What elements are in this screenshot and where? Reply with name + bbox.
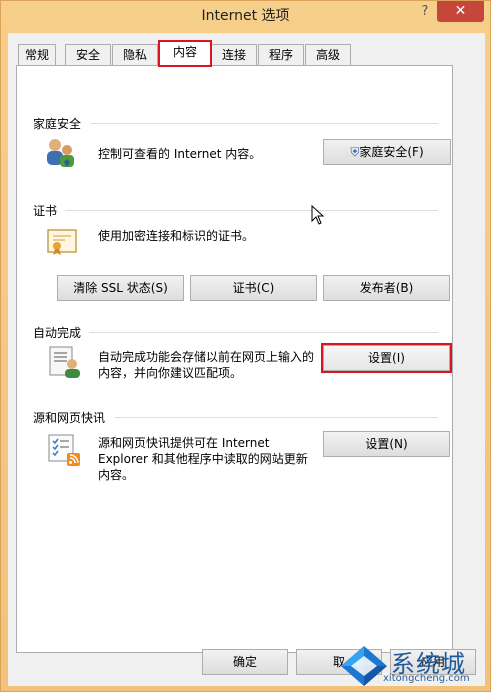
family-safety-button-label: 家庭安全(F) xyxy=(359,145,424,159)
autocomplete-desc-line1: 自动完成功能会存储以前在网页上输入的 xyxy=(98,350,315,364)
family-safety-heading: 家庭安全 xyxy=(33,117,82,131)
publishers-button[interactable]: 发布者(B) xyxy=(323,275,450,301)
certificate-icon xyxy=(45,224,81,260)
autocomplete-description: 自动完成功能会存储以前在网页上输入的 内容，并向你建议匹配项。 xyxy=(98,349,314,381)
family-safety-divider xyxy=(91,123,438,124)
feeds-divider xyxy=(115,417,438,418)
tab-security[interactable]: 安全 xyxy=(65,44,111,65)
autocomplete-desc-line2: 内容，并向你建议匹配项。 xyxy=(98,366,243,380)
family-safety-button[interactable]: ⛨家庭安全(F) xyxy=(323,139,451,165)
feeds-desc-line3: 内容。 xyxy=(98,468,135,482)
close-button[interactable]: ✕ xyxy=(437,1,484,22)
tab-general[interactable]: 常规 xyxy=(18,44,56,65)
certificates-heading: 证书 xyxy=(33,204,58,218)
watermark-url: xitongcheng.com xyxy=(383,673,470,684)
internet-options-window: Internet 选项 ? ✕ 常规 安全 隐私 内容 连接 程序 高级 家庭安… xyxy=(0,0,491,692)
feeds-description: 源和网页快讯提供可在 Internet Explorer 和其他程序中读取的网站… xyxy=(98,435,308,483)
autocomplete-heading: 自动完成 xyxy=(33,326,82,340)
feeds-heading: 源和网页快讯 xyxy=(33,411,106,425)
content-tab-panel: 家庭安全 控制可查看的 Internet 内容。 ⛨家庭安全(F) 证书 使用加… xyxy=(16,65,453,653)
feeds-desc-line2: Explorer 和其他程序中读取的网站更新 xyxy=(98,452,308,466)
autocomplete-settings-button[interactable]: 设置(I) xyxy=(321,343,452,373)
help-icon[interactable]: ? xyxy=(417,4,433,20)
tab-content[interactable]: 内容 xyxy=(158,40,212,67)
clear-ssl-state-button[interactable]: 清除 SSL 状态(S) xyxy=(57,275,184,301)
family-safety-description: 控制可查看的 Internet 内容。 xyxy=(98,147,262,161)
feeds-desc-line1: 源和网页快讯提供可在 Internet xyxy=(98,436,270,450)
feeds-settings-button[interactable]: 设置(N) xyxy=(323,431,450,457)
dialog-client: 常规 安全 隐私 内容 连接 程序 高级 家庭安全 控制可查看的 Interne xyxy=(8,33,485,686)
certificates-divider xyxy=(65,210,438,211)
tab-privacy[interactable]: 隐私 xyxy=(112,44,158,65)
tab-advanced[interactable]: 高级 xyxy=(305,44,351,65)
family-users-icon xyxy=(43,136,79,172)
ok-button[interactable]: 确定 xyxy=(202,649,288,675)
autocomplete-divider xyxy=(89,332,438,333)
tab-programs[interactable]: 程序 xyxy=(258,44,304,65)
certificates-button[interactable]: 证书(C) xyxy=(190,275,317,301)
mouse-cursor-icon xyxy=(311,204,325,228)
window-title: Internet 选项 xyxy=(201,8,290,24)
tab-connections[interactable]: 连接 xyxy=(211,44,257,65)
shield-icon: ⛨ xyxy=(350,145,360,159)
watermark-logo-icon xyxy=(341,646,387,686)
autocomplete-form-icon xyxy=(47,344,83,380)
feeds-list-icon xyxy=(47,432,83,468)
watermark: 系统城 xitongcheng.com xyxy=(339,644,489,690)
certificates-description: 使用加密连接和标识的证书。 xyxy=(98,229,255,243)
